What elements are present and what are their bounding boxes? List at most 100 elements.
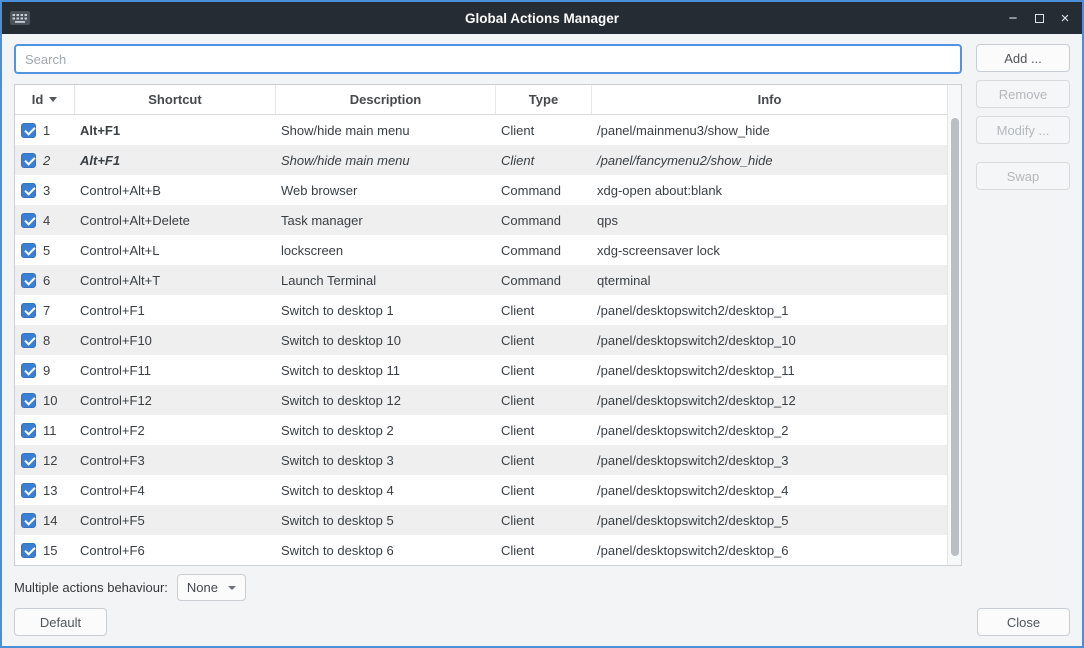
table-row[interactable]: 13 Control+F4 Switch to desktop 4 Client… <box>15 475 947 505</box>
minimize-button[interactable]: − <box>1002 7 1024 29</box>
table-row[interactable]: 15 Control+F6 Switch to desktop 6 Client… <box>15 535 947 565</box>
cell-type: Client <box>496 363 592 378</box>
cell-type: Command <box>496 243 592 258</box>
cell-info: /panel/desktopswitch2/desktop_4 <box>592 483 947 498</box>
table-header: Id Shortcut Description Type <box>15 85 947 115</box>
row-checkbox[interactable] <box>21 543 36 558</box>
maximize-button[interactable] <box>1028 7 1050 29</box>
row-checkbox[interactable] <box>21 393 36 408</box>
cell-description: Switch to desktop 11 <box>276 363 496 378</box>
cell-id: 9 <box>43 363 50 378</box>
cell-type: Command <box>496 213 592 228</box>
row-checkbox[interactable] <box>21 123 36 138</box>
table-body: 1 Alt+F1 Show/hide main menu Client /pan… <box>15 115 947 565</box>
table-row[interactable]: 12 Control+F3 Switch to desktop 3 Client… <box>15 445 947 475</box>
cell-type: Client <box>496 123 592 138</box>
cell-shortcut: Alt+F1 <box>75 153 276 168</box>
cell-shortcut: Control+F11 <box>75 363 276 378</box>
cell-id: 14 <box>43 513 57 528</box>
column-header-info[interactable]: Info <box>592 85 947 114</box>
cell-id: 8 <box>43 333 50 348</box>
cell-info: xdg-screensaver lock <box>592 243 947 258</box>
table-row[interactable]: 2 Alt+F1 Show/hide main menu Client /pan… <box>15 145 947 175</box>
vertical-scrollbar[interactable] <box>947 85 961 565</box>
keyboard-icon <box>8 11 32 25</box>
titlebar: Global Actions Manager − × <box>2 2 1082 34</box>
shortcuts-table: Id Shortcut Description Type <box>14 84 962 566</box>
table-row[interactable]: 10 Control+F12 Switch to desktop 12 Clie… <box>15 385 947 415</box>
table-row[interactable]: 4 Control+Alt+Delete Task manager Comman… <box>15 205 947 235</box>
row-checkbox[interactable] <box>21 453 36 468</box>
table-row[interactable]: 3 Control+Alt+B Web browser Command xdg-… <box>15 175 947 205</box>
row-checkbox[interactable] <box>21 303 36 318</box>
cell-type: Client <box>496 393 592 408</box>
cell-description: Switch to desktop 6 <box>276 543 496 558</box>
cell-id: 3 <box>43 183 50 198</box>
cell-shortcut: Control+F1 <box>75 303 276 318</box>
row-checkbox[interactable] <box>21 363 36 378</box>
column-header-shortcut[interactable]: Shortcut <box>75 85 276 114</box>
cell-type: Command <box>496 273 592 288</box>
cell-type: Client <box>496 513 592 528</box>
row-checkbox[interactable] <box>21 513 36 528</box>
cell-shortcut: Control+F6 <box>75 543 276 558</box>
row-checkbox[interactable] <box>21 243 36 258</box>
cell-id: 11 <box>43 423 57 438</box>
swap-button[interactable]: Swap <box>976 162 1070 190</box>
search-input[interactable] <box>14 44 962 74</box>
row-checkbox[interactable] <box>21 213 36 228</box>
remove-button[interactable]: Remove <box>976 80 1070 108</box>
table-row[interactable]: 8 Control+F10 Switch to desktop 10 Clien… <box>15 325 947 355</box>
row-checkbox[interactable] <box>21 273 36 288</box>
window-controls: − × <box>1002 7 1076 29</box>
row-checkbox[interactable] <box>21 153 36 168</box>
cell-shortcut: Alt+F1 <box>75 123 276 138</box>
cell-type: Client <box>496 453 592 468</box>
table-main: Id Shortcut Description Type <box>15 85 947 565</box>
close-dialog-button[interactable]: Close <box>977 608 1070 636</box>
scrollbar-thumb[interactable] <box>951 118 959 556</box>
column-header-description[interactable]: Description <box>276 85 496 114</box>
cell-shortcut: Control+F12 <box>75 393 276 408</box>
cell-shortcut: Control+F4 <box>75 483 276 498</box>
cell-info: /panel/fancymenu2/show_hide <box>592 153 947 168</box>
row-checkbox[interactable] <box>21 423 36 438</box>
table-row[interactable]: 1 Alt+F1 Show/hide main menu Client /pan… <box>15 115 947 145</box>
cell-info: /panel/desktopswitch2/desktop_6 <box>592 543 947 558</box>
cell-description: Switch to desktop 12 <box>276 393 496 408</box>
table-row[interactable]: 6 Control+Alt+T Launch Terminal Command … <box>15 265 947 295</box>
cell-description: Launch Terminal <box>276 273 496 288</box>
table-row[interactable]: 14 Control+F5 Switch to desktop 5 Client… <box>15 505 947 535</box>
default-button[interactable]: Default <box>14 608 107 636</box>
cell-id: 1 <box>43 123 50 138</box>
window-title: Global Actions Manager <box>2 11 1082 26</box>
modify-button[interactable]: Modify ... <box>976 116 1070 144</box>
cell-type: Client <box>496 483 592 498</box>
close-icon: × <box>1061 11 1070 26</box>
column-header-type[interactable]: Type <box>496 85 592 114</box>
cell-id: 13 <box>43 483 57 498</box>
cell-info: /panel/desktopswitch2/desktop_2 <box>592 423 947 438</box>
table-row[interactable]: 11 Control+F2 Switch to desktop 2 Client… <box>15 415 947 445</box>
cell-description: Show/hide main menu <box>276 123 496 138</box>
main-column: Id Shortcut Description Type <box>14 44 962 601</box>
cell-description: Switch to desktop 3 <box>276 453 496 468</box>
cell-description: Switch to desktop 10 <box>276 333 496 348</box>
top-area: Id Shortcut Description Type <box>14 44 1070 601</box>
window-content: Id Shortcut Description Type <box>2 34 1082 646</box>
close-button[interactable]: × <box>1054 7 1076 29</box>
cell-shortcut: Control+Alt+Delete <box>75 213 276 228</box>
table-row[interactable]: 9 Control+F11 Switch to desktop 11 Clien… <box>15 355 947 385</box>
cell-shortcut: Control+Alt+T <box>75 273 276 288</box>
add-button[interactable]: Add ... <box>976 44 1070 72</box>
multiple-actions-value: None <box>187 580 218 595</box>
row-checkbox[interactable] <box>21 183 36 198</box>
row-checkbox[interactable] <box>21 483 36 498</box>
table-row[interactable]: 5 Control+Alt+L lockscreen Command xdg-s… <box>15 235 947 265</box>
cell-info: qps <box>592 213 947 228</box>
table-row[interactable]: 7 Control+F1 Switch to desktop 1 Client … <box>15 295 947 325</box>
cell-info: /panel/mainmenu3/show_hide <box>592 123 947 138</box>
row-checkbox[interactable] <box>21 333 36 348</box>
column-header-id[interactable]: Id <box>15 85 75 114</box>
multiple-actions-select[interactable]: None <box>177 574 246 601</box>
